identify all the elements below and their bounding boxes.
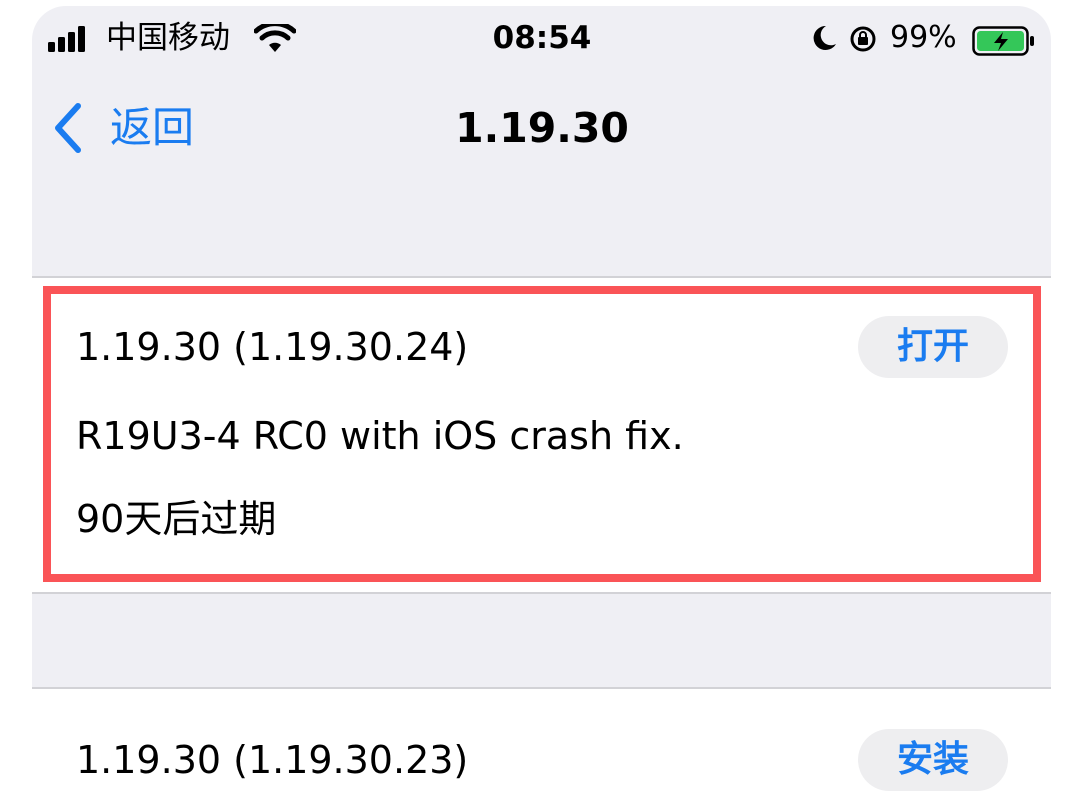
app-screen: 中国移动 08:54 99% 返回 1.19.30 1.19.30 (1.19.… [32,6,1051,811]
chevron-left-icon [55,103,81,153]
build-row-2: 1.19.30 (1.19.30.23) 安装 [32,689,1051,811]
build-version: 1.19.30 (1.19.30.24) [76,325,469,369]
build-version: 1.19.30 (1.19.30.23) [76,738,469,782]
wifi-icon [254,24,296,52]
build-notes: R19U3-4 RC0 with iOS crash fix. [76,414,684,458]
status-bar: 中国移动 08:54 99% [32,6,1051,66]
signal-icon [48,26,85,52]
separator [32,592,1051,594]
moon-icon [813,25,836,50]
navigation-bar: 返回 1.19.30 [32,66,1051,186]
clock-time: 08:54 [492,20,592,56]
battery-charging-icon [972,26,1034,56]
carrier-name: 中国移动 [106,20,230,56]
back-button[interactable]: 返回 [50,100,194,156]
page-title: 1.19.30 [455,104,629,152]
battery-percent: 99% [890,20,957,55]
install-button[interactable]: 安装 [858,729,1008,791]
open-button[interactable]: 打开 [858,316,1008,378]
lock-rotation-icon [850,26,876,52]
build-row-1: 1.19.30 (1.19.30.24) 打开 R19U3-4 RC0 with… [32,278,1051,592]
build-expiry: 90天后过期 [76,497,277,541]
back-label: 返回 [110,103,195,152]
